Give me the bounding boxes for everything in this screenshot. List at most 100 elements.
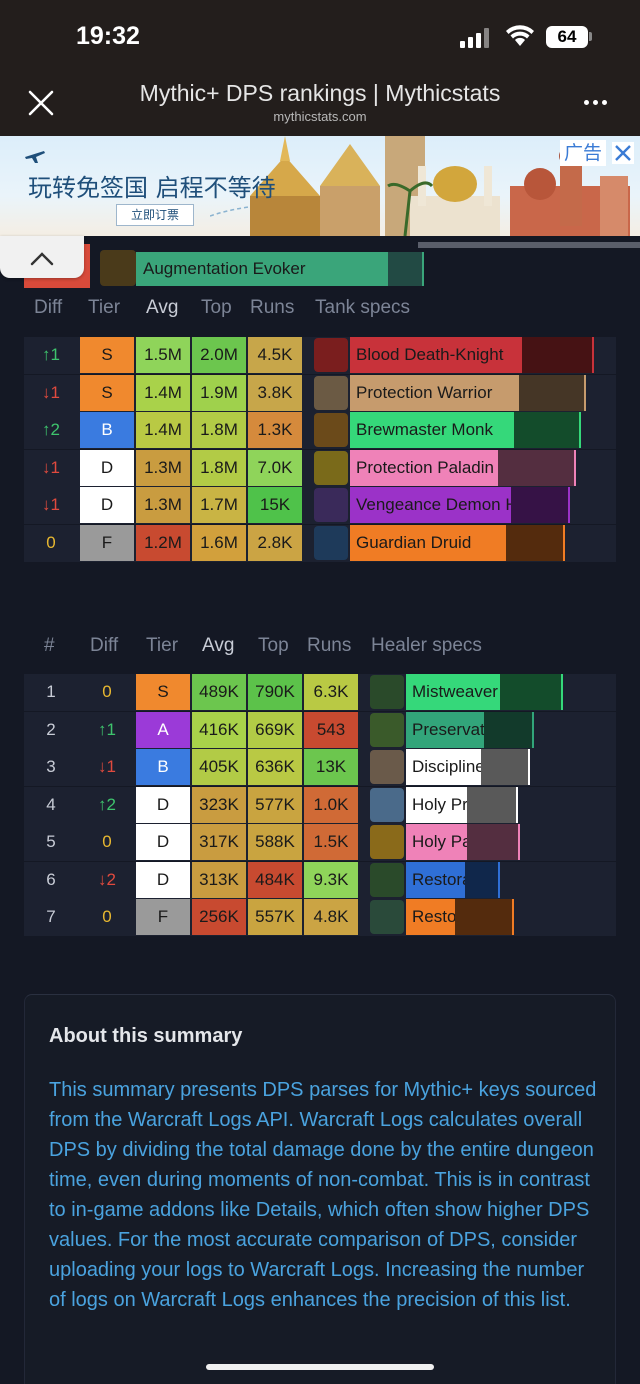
tier-cell: D <box>136 824 190 860</box>
spec-bar[interactable]: Guardian Druid <box>350 524 506 561</box>
evoker-row: Augmentation Evoker <box>100 250 620 286</box>
tier-cell: F <box>80 524 134 561</box>
spec-bar-end <box>498 861 500 898</box>
healer-row: 3 ↓1 B405K636K13K Discipline Priest <box>24 749 616 786</box>
spec-bar-end <box>532 711 534 748</box>
battery-indicator: 64 <box>546 26 588 48</box>
spec-bar[interactable]: Restoration Druid <box>406 899 455 935</box>
rank-cell: 2 <box>46 719 56 739</box>
spec-bar-end <box>574 449 576 486</box>
spec-bar[interactable]: Holy Priest <box>406 786 467 823</box>
runs-cell: 13K <box>304 749 358 785</box>
spec-bar-end <box>512 899 514 935</box>
spec-bar[interactable]: Preservation Evoker <box>406 711 484 748</box>
augmentation-icon <box>100 250 136 286</box>
avg-cell: 317K <box>192 824 246 860</box>
healer-header-tier[interactable]: Tier <box>146 635 178 657</box>
spec-bar-end <box>528 749 530 785</box>
spec-bar[interactable]: Blood Death-Knight <box>350 337 522 373</box>
healer-header-rank[interactable]: # <box>44 635 55 657</box>
runs-cell: 7.0K <box>248 449 302 486</box>
spec-bar[interactable]: Vengeance Demon Hunter <box>350 487 511 523</box>
top-cell: 2.0M <box>192 337 246 373</box>
avg-cell: 1.4M <box>136 412 190 448</box>
spec-bar[interactable]: Protection Warrior <box>350 374 519 411</box>
spec-bar[interactable]: Brewmaster Monk <box>350 412 514 448</box>
runs-cell: 4.8K <box>304 899 358 935</box>
ad-banner[interactable]: 玩转免签国 启程不等待 立即订票 <box>0 136 640 236</box>
airplane-icon <box>25 151 45 163</box>
diff-cell: ↓2 <box>98 869 116 889</box>
runs-cell: 15K <box>248 487 302 523</box>
tank-header-diff[interactable]: Diff <box>34 297 62 319</box>
close-icon[interactable] <box>26 88 56 118</box>
home-indicator[interactable] <box>206 1364 434 1370</box>
top-cell: 588K <box>248 824 302 860</box>
runs-cell: 4.5K <box>248 337 302 373</box>
about-section: About this summary This summary presents… <box>24 994 616 1384</box>
rank-cell: 5 <box>46 832 56 851</box>
spec-bar[interactable]: Restoration Shaman <box>406 861 465 898</box>
holy-paladin-icon <box>370 825 404 859</box>
tier-cell: S <box>80 374 134 411</box>
healer-header-runs[interactable]: Runs <box>307 635 351 657</box>
tank-header-top[interactable]: Top <box>201 297 232 319</box>
diff-cell: ↑2 <box>42 420 60 439</box>
tier-cell: D <box>80 449 134 486</box>
spec-bar[interactable]: Holy Paladin <box>406 824 467 860</box>
prot-paladin-icon <box>314 450 348 485</box>
runs-cell: 543 <box>304 711 358 748</box>
spec-bar-end <box>561 674 563 710</box>
ad-cta-button[interactable]: 立即订票 <box>116 204 194 226</box>
spec-bar[interactable]: Discipline Priest <box>406 749 481 785</box>
avg-cell: 1.3M <box>136 487 190 523</box>
blood-dk-icon <box>314 338 348 372</box>
diff-cell: ↑2 <box>98 794 116 814</box>
tank-row: ↓1 D1.3M1.7M15K Vengeance Demon Hunter <box>24 487 616 524</box>
tank-row: 0 F 1.2M 1.6M 2.8K Guardian Druid <box>24 524 616 562</box>
tank-row: ↓1 D 1.3M 1.8M 7.0K Protection Paladin <box>24 449 616 487</box>
runs-cell: 3.8K <box>248 374 302 411</box>
cellular-signal-icon <box>460 28 489 48</box>
top-cell: 669K <box>248 711 302 748</box>
healer-header-top[interactable]: Top <box>258 635 289 657</box>
tier-cell: D <box>136 786 190 823</box>
ad-close-icon[interactable] <box>612 142 634 164</box>
collapse-ad-tab[interactable] <box>0 236 84 278</box>
runs-cell: 2.8K <box>248 524 302 561</box>
tank-row: ↑2 B 1.4M 1.8M 1.3K Brewmaster Monk <box>24 412 616 449</box>
resto-shaman-icon <box>370 862 404 897</box>
healer-header-diff[interactable]: Diff <box>90 635 118 657</box>
avg-cell: 1.3M <box>136 449 190 486</box>
wifi-icon <box>506 25 534 46</box>
spec-bar[interactable]: Mistweaver Monk <box>406 674 500 710</box>
diff-cell: ↓1 <box>42 457 60 477</box>
page-title: Mythic+ DPS rankings | Mythicstats <box>139 80 501 106</box>
spec-bar[interactable]: Protection Paladin <box>350 449 498 486</box>
rank-cell: 4 <box>46 794 56 814</box>
more-options-icon[interactable] <box>584 100 607 105</box>
spec-bar-end <box>568 487 570 523</box>
tier-cell: S <box>80 337 134 373</box>
brewmaster-icon <box>314 413 348 447</box>
tank-header-tier[interactable]: Tier <box>88 297 120 319</box>
tank-header-avg[interactable]: Avg <box>146 297 178 319</box>
healer-header-healer-specs: Healer specs <box>371 635 482 656</box>
tier-cell: B <box>136 749 190 785</box>
tier-cell: F <box>136 899 190 935</box>
guardian-icon <box>314 525 348 560</box>
evoker-bar-end <box>422 252 424 286</box>
diff-cell: ↓1 <box>42 382 60 402</box>
avg-cell: 1.5M <box>136 337 190 373</box>
healer-row: 5 0 D317K588K1.5K Holy Paladin <box>24 824 616 861</box>
prot-warrior-icon <box>314 375 348 410</box>
holy-priest-icon <box>370 787 404 822</box>
runs-cell: 6.3K <box>304 674 358 710</box>
tier-cell: S <box>136 674 190 710</box>
healer-header-avg[interactable]: Avg <box>202 635 234 657</box>
tank-header-runs[interactable]: Runs <box>250 297 294 319</box>
top-cell: 1.9M <box>192 374 246 411</box>
avg-cell: 313K <box>192 861 246 898</box>
top-cell: 557K <box>248 899 302 935</box>
avg-cell: 416K <box>192 711 246 748</box>
